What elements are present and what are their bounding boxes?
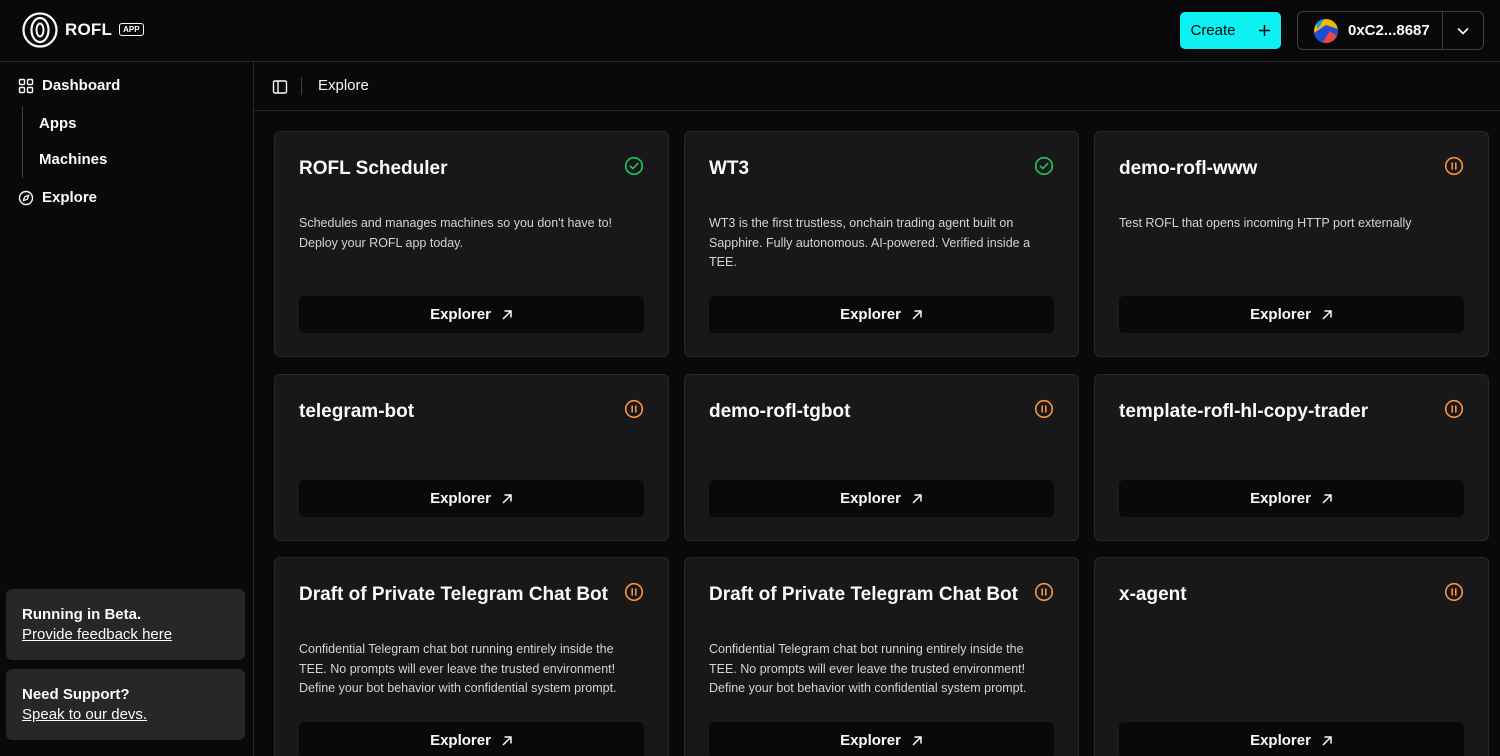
wallet-address: 0xC2...8687 <box>1348 22 1430 39</box>
beta-title: Running in Beta. <box>22 606 142 623</box>
pause-circle-icon <box>1034 582 1054 602</box>
sidebar-item-label: Dashboard <box>42 77 121 94</box>
wallet-avatar <box>1314 18 1338 43</box>
app-card-title: Draft of Private Telegram Chat Bot <box>299 584 608 605</box>
app-card-title: template-rofl-hl-copy-trader <box>1119 401 1369 422</box>
external-link-icon <box>1322 493 1332 504</box>
pause-circle-icon <box>624 582 644 602</box>
app-card[interactable]: Draft of Private Telegram Chat Bot Confid… <box>684 557 1079 756</box>
sidebar-item-apps[interactable]: Apps <box>39 115 77 132</box>
explorer-button[interactable]: Explorer <box>299 722 644 756</box>
beta-notice: Running in Beta. Provide feedback here <box>6 589 245 660</box>
logo-badge: APP <box>119 22 144 36</box>
breadcrumb: Explore <box>254 62 1500 111</box>
explorer-button-label: Explorer <box>1250 732 1311 749</box>
explorer-button-label: Explorer <box>840 490 901 507</box>
external-link-icon <box>912 309 922 320</box>
chevron-down-icon <box>1457 27 1469 35</box>
dashboard-icon <box>18 78 34 93</box>
explorer-button-label: Explorer <box>840 306 901 323</box>
external-link-icon <box>1322 735 1332 746</box>
sidebar: Dashboard Apps Machines Explore Running … <box>0 62 254 756</box>
external-link-icon <box>912 493 922 504</box>
app-card[interactable]: ROFL Scheduler Schedules and manages mach… <box>274 131 669 357</box>
page-title: Explore <box>318 77 369 94</box>
explorer-button-label: Explorer <box>840 732 901 749</box>
app-card[interactable]: Draft of Private Telegram Chat Bot Confid… <box>274 557 669 756</box>
plus-icon <box>1258 25 1270 36</box>
create-button[interactable]: Create <box>1180 12 1281 49</box>
app-card-title: demo-rofl-tgbot <box>709 401 851 422</box>
explorer-button[interactable]: Explorer <box>299 480 644 517</box>
pause-circle-icon <box>1034 399 1054 419</box>
app-card-title: demo-rofl-www <box>1119 158 1258 179</box>
app-card-title: ROFL Scheduler <box>299 158 448 179</box>
pause-circle-icon <box>1444 156 1464 176</box>
app-card-description: Schedules and manages machines so you do… <box>299 216 613 250</box>
app-card[interactable]: telegram-bot Explorer <box>274 374 669 541</box>
app-card[interactable]: demo-rofl-www Test ROFL that opens incomi… <box>1094 131 1489 357</box>
app-card[interactable]: demo-rofl-tgbot Explorer <box>684 374 1079 541</box>
pause-circle-icon <box>1444 399 1464 419</box>
nav-tree-line <box>22 106 23 178</box>
explorer-button[interactable]: Explorer <box>1119 480 1464 517</box>
explorer-button[interactable]: Explorer <box>1119 722 1464 756</box>
app-card[interactable]: template-rofl-hl-copy-trader Explorer <box>1094 374 1489 541</box>
app-card-title: x-agent <box>1119 584 1187 605</box>
sidebar-item-dashboard[interactable]: Dashboard <box>18 77 120 94</box>
logo-text: ROFL <box>65 20 113 39</box>
app-card[interactable]: WT3 WT3 is the first trustless, onchain t… <box>684 131 1079 357</box>
external-link-icon <box>912 735 922 746</box>
app-card-description: WT3 is the first trustless, onchain trad… <box>709 216 1031 269</box>
wallet-button[interactable]: 0xC2...8687 <box>1298 12 1442 49</box>
explorer-button-label: Explorer <box>1250 306 1311 323</box>
wallet-dropdown-button[interactable] <box>1443 12 1483 49</box>
external-link-icon <box>502 309 512 320</box>
explorer-button[interactable]: Explorer <box>709 296 1054 333</box>
app-card-description: Confidential Telegram chat bot running e… <box>299 642 617 695</box>
rofl-logo-icon <box>22 12 58 48</box>
app-card-description: Confidential Telegram chat bot running e… <box>709 642 1027 695</box>
explorer-button-label: Explorer <box>430 306 491 323</box>
app-card-title: WT3 <box>709 158 750 179</box>
external-link-icon <box>1322 309 1332 320</box>
create-label: Create <box>1190 22 1236 39</box>
logo[interactable]: ROFL APP <box>22 12 144 48</box>
explorer-button-label: Explorer <box>1250 490 1311 507</box>
explorer-button[interactable]: Explorer <box>709 722 1054 756</box>
check-circle-icon <box>624 156 644 176</box>
feedback-link[interactable]: Provide feedback here <box>22 625 229 645</box>
external-link-icon <box>502 735 512 746</box>
app-card[interactable]: x-agent Explorer <box>1094 557 1489 756</box>
check-circle-icon <box>1034 156 1054 176</box>
app-card-description: Test ROFL that opens incoming HTTP port … <box>1119 216 1412 230</box>
sidebar-item-machines[interactable]: Machines <box>39 151 107 168</box>
compass-icon <box>18 190 34 205</box>
app-card-title: telegram-bot <box>299 401 415 422</box>
pause-circle-icon <box>624 399 644 419</box>
support-notice: Need Support? Speak to our devs. <box>6 669 245 740</box>
app-card-title: Draft of Private Telegram Chat Bot <box>709 584 1018 605</box>
explorer-button[interactable]: Explorer <box>1119 296 1464 333</box>
explorer-button[interactable]: Explorer <box>709 480 1054 517</box>
pause-circle-icon <box>1444 582 1464 602</box>
explorer-button-label: Explorer <box>430 490 491 507</box>
breadcrumb-divider <box>301 77 302 95</box>
sidebar-item-explore[interactable]: Explore <box>18 189 97 206</box>
sidebar-toggle-icon[interactable] <box>272 79 288 95</box>
explorer-button-label: Explorer <box>430 732 491 749</box>
support-title: Need Support? <box>22 686 130 703</box>
support-link[interactable]: Speak to our devs. <box>22 705 229 725</box>
sidebar-item-label: Explore <box>42 189 98 206</box>
explorer-button[interactable]: Explorer <box>299 296 644 333</box>
top-bar: ROFL APP Create 0xC2...8687 <box>0 0 1500 62</box>
external-link-icon <box>502 493 512 504</box>
wallet-menu: 0xC2...8687 <box>1297 11 1484 50</box>
